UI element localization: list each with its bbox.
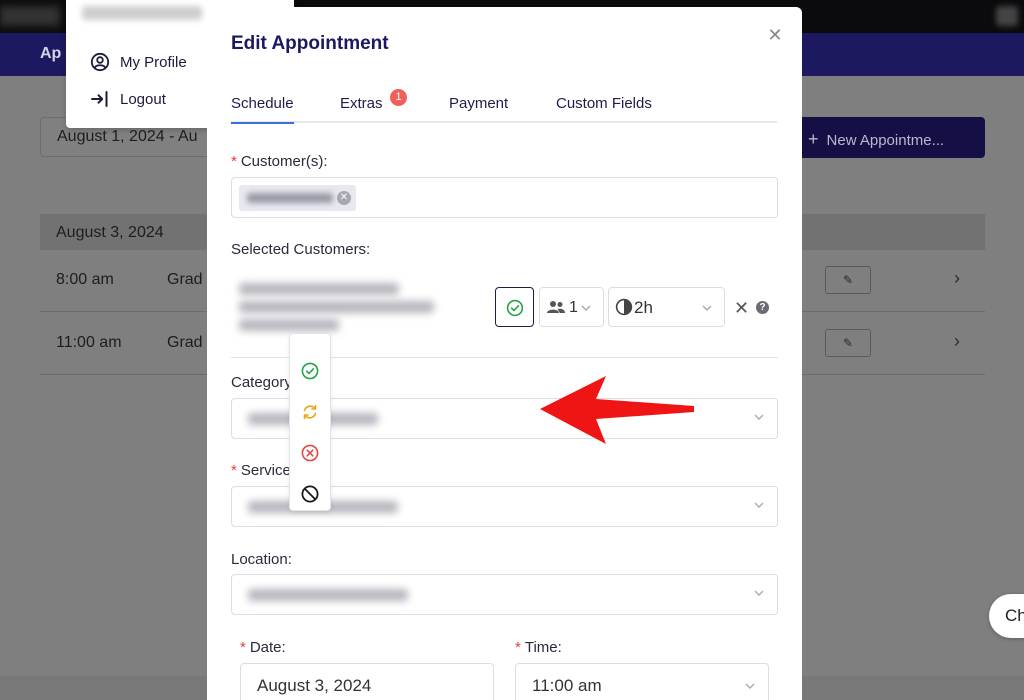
chevron-right-icon[interactable]: › <box>954 331 960 352</box>
check-circle-icon <box>506 299 524 317</box>
persons-count: 1 <box>569 299 578 316</box>
blurred-customer-info <box>239 319 339 331</box>
blurred-avatar <box>996 6 1018 26</box>
chevron-down-icon <box>745 683 755 689</box>
date-label: * Date: <box>240 639 286 656</box>
category-label: Category: <box>231 374 297 391</box>
blurred-location-value <box>248 589 408 601</box>
date-input[interactable]: August 3, 2024 <box>240 663 494 700</box>
tab-extras[interactable]: Extras 1 <box>340 89 407 112</box>
appointment-time: 11:00 am <box>56 334 122 351</box>
clock-icon <box>615 298 633 316</box>
blurred-user-name <box>82 6 202 20</box>
blurred-customer-name <box>247 193 333 203</box>
x-circle-icon[interactable] <box>300 443 320 463</box>
customers-input[interactable]: ✕ <box>231 177 778 218</box>
chevron-down-icon <box>581 305 591 311</box>
remove-customer-icon[interactable]: ✕ <box>734 298 749 319</box>
menu-item-label: Logout <box>120 90 166 108</box>
blurred-logo <box>0 6 60 26</box>
menu-item-logout[interactable]: Logout <box>90 89 166 109</box>
status-dropdown <box>289 333 331 511</box>
chevron-right-icon[interactable]: › <box>954 268 960 289</box>
appointment-service: Grad <box>167 271 203 288</box>
extras-count-badge: 1 <box>390 89 407 106</box>
plus-icon: + <box>808 129 819 149</box>
appointment-time: 8:00 am <box>56 271 114 288</box>
chevron-down-icon <box>754 414 764 420</box>
pencil-icon: ✎ <box>842 273 854 287</box>
tab-bar: Schedule Extras 1 Payment Custom Fields <box>231 89 777 124</box>
remove-chip-icon[interactable]: ✕ <box>337 191 351 205</box>
time-select[interactable]: 11:00 am <box>515 663 769 700</box>
status-select-button[interactable] <box>495 287 534 327</box>
time-value: 11:00 am <box>532 676 602 695</box>
tab-custom-fields[interactable]: Custom Fields <box>556 95 652 112</box>
blurred-customer-info <box>239 283 399 295</box>
edit-appointment-button[interactable]: ✎ <box>825 266 871 294</box>
help-icon[interactable]: ? <box>756 301 769 314</box>
ban-icon[interactable] <box>300 484 320 504</box>
location-label: Location: <box>231 551 292 568</box>
edit-appointment-button[interactable]: ✎ <box>825 329 871 357</box>
menu-item-label: My Profile <box>120 53 187 71</box>
user-circle-icon <box>90 52 110 72</box>
location-select[interactable] <box>231 574 778 615</box>
service-label: * Service: <box>231 462 296 479</box>
appointment-service: Grad <box>167 334 203 351</box>
blurred-customer-info <box>239 301 434 313</box>
annotation-arrow-icon <box>540 376 694 444</box>
people-icon <box>547 301 565 313</box>
time-label: * Time: <box>515 639 562 656</box>
chevron-down-icon <box>754 502 764 508</box>
customers-label: * Customer(s): <box>231 153 328 170</box>
duration-select[interactable]: 2h <box>608 287 725 327</box>
new-appointment-label: New Appointme... <box>826 132 945 149</box>
pencil-icon: ✎ <box>842 336 854 350</box>
duration-value: 2h <box>634 298 653 317</box>
check-circle-icon[interactable] <box>300 361 320 381</box>
app-title: Ap <box>40 45 62 62</box>
menu-item-my-profile[interactable]: My Profile <box>90 52 187 72</box>
tab-schedule[interactable]: Schedule <box>231 95 294 124</box>
chevron-down-icon <box>754 590 764 596</box>
persons-select[interactable]: 1 <box>539 287 604 327</box>
tab-payment[interactable]: Payment <box>449 95 508 112</box>
selected-customers-label: Selected Customers: <box>231 241 371 258</box>
customer-chip: ✕ <box>239 185 356 211</box>
tab-label: Extras <box>340 95 383 112</box>
modal-title: Edit Appointment <box>231 33 389 54</box>
refresh-icon[interactable] <box>300 402 320 422</box>
close-icon[interactable]: ✕ <box>765 25 785 45</box>
logout-icon <box>91 91 108 107</box>
chevron-down-icon <box>702 305 712 311</box>
new-appointment-button[interactable]: + New Appointme... <box>796 117 985 158</box>
